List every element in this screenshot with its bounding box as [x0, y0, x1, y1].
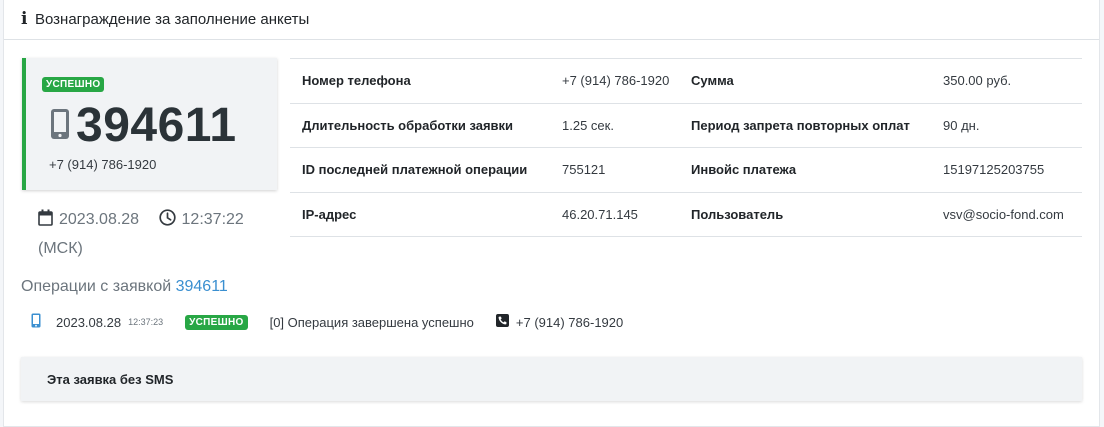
detail-value: 350.00 руб.: [931, 58, 1082, 103]
detail-value: 46.20.71.145: [550, 191, 679, 237]
detail-value: 755121: [550, 147, 679, 192]
request-time: 12:37:22: [181, 211, 244, 228]
operation-message: [0] Операция завершена успешно: [269, 314, 474, 330]
detail-label: ID последней платежной операции: [290, 147, 550, 192]
details-row: IP-адрес 46.20.71.145 Пользователь vsv@soci…: [290, 191, 1082, 237]
detail-value: +7 (914) 786-1920: [550, 58, 679, 103]
request-summary-box: УСПЕШНО 394611 +7 (914) 786-1920: [22, 58, 277, 190]
reward-card: i Вознаграждение за заполнение анкеты УС…: [3, 0, 1100, 427]
request-code: 394611: [76, 99, 237, 152]
card-header: i Вознаграждение за заполнение анкеты: [4, 0, 1099, 40]
request-datetime: 2023.08.28 12:37:22 (МСК): [38, 206, 268, 262]
mobile-phone-icon: [31, 313, 41, 331]
operation-time: 12:37:23: [128, 317, 164, 327]
detail-value: 90 дн.: [931, 102, 1082, 148]
clock-icon: [158, 208, 176, 235]
request-timezone: (МСК): [38, 240, 83, 257]
request-details-table: Номер телефона +7 (914) 786-1920 Сумма 350.…: [290, 58, 1082, 237]
calendar-icon: [38, 208, 53, 235]
sms-notice: Эта заявка без SMS: [21, 357, 1082, 401]
detail-label: Инвойс платежа: [679, 147, 931, 192]
operations-title: Операции с заявкой 394611: [21, 278, 228, 296]
detail-value: 15197125203755: [931, 147, 1082, 192]
detail-value: 1.25 сек.: [550, 102, 679, 148]
mobile-phone-icon: [50, 108, 70, 145]
operations-title-text: Операции с заявкой: [21, 278, 172, 295]
details-row: Номер телефона +7 (914) 786-1920 Сумма 350.…: [290, 58, 1082, 103]
operation-row: 2023.08.28 12:37:23 УСПЕШНО [0] Операция…: [31, 312, 623, 332]
card-title: Вознаграждение за заполнение анкеты: [35, 11, 310, 28]
detail-label: Пользователь: [679, 191, 931, 237]
request-date: 2023.08.28: [59, 211, 140, 228]
request-phone: +7 (914) 786-1920: [49, 157, 157, 172]
details-row: Длительность обработки заявки 1.25 сек. Пе…: [290, 102, 1082, 148]
detail-label: Период запрета повторных оплат: [679, 102, 931, 148]
detail-label: Номер телефона: [290, 58, 550, 103]
sms-notice-text: Эта заявка без SMS: [47, 371, 174, 387]
request-link[interactable]: 394611: [176, 278, 228, 295]
detail-value: vsv@socio-fond.com: [931, 191, 1082, 237]
details-row: ID последней платежной операции 755121 Инв…: [290, 147, 1082, 192]
operation-phone: +7 (914) 786-1920: [515, 314, 624, 330]
detail-label: Длительность обработки заявки: [290, 102, 550, 148]
detail-label: IP-адрес: [290, 191, 550, 237]
operation-date: 2023.08.28: [56, 314, 122, 330]
detail-label: Сумма: [679, 58, 931, 103]
phone-square-icon: [495, 314, 509, 330]
operation-status-badge: УСПЕШНО: [185, 314, 248, 330]
status-badge: УСПЕШНО: [42, 77, 105, 92]
info-icon: i: [21, 9, 28, 29]
